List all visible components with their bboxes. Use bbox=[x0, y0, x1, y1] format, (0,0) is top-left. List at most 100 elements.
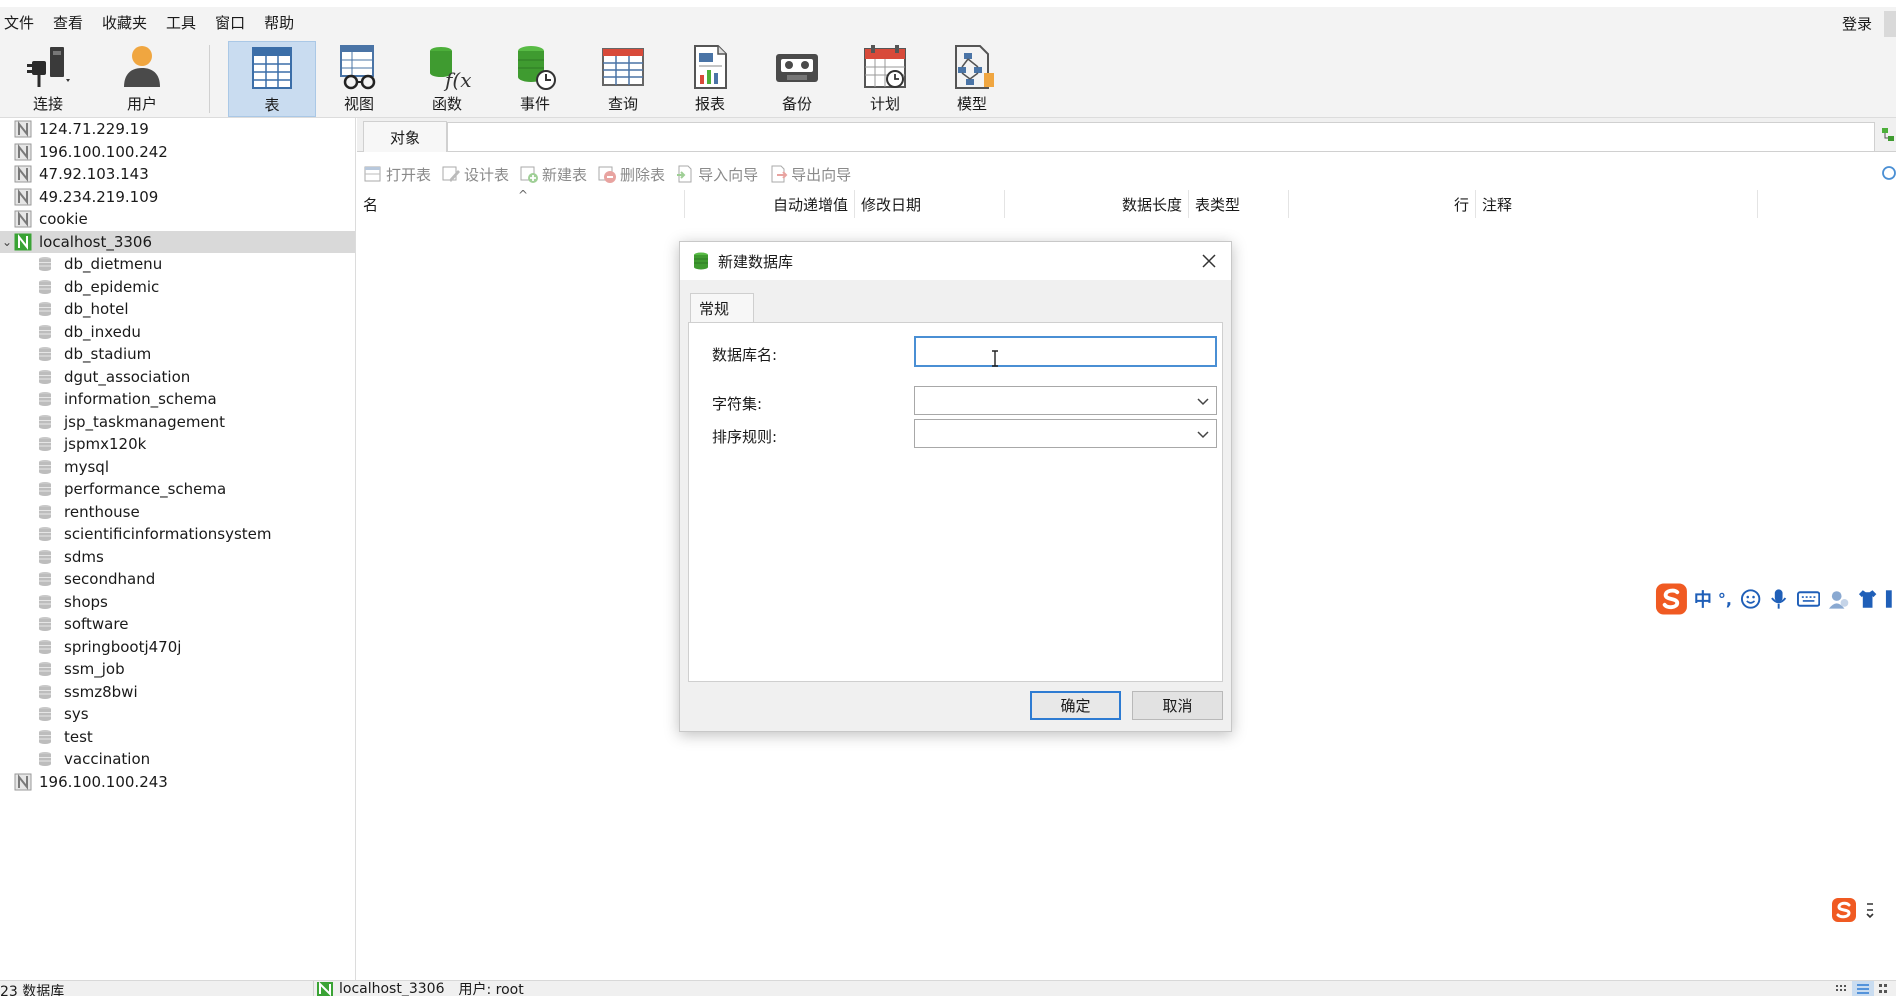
tree-connection[interactable]: 124.71.229.19 bbox=[0, 118, 355, 140]
list-view-icon[interactable] bbox=[1852, 981, 1874, 996]
menu-tools[interactable]: 工具 bbox=[163, 12, 212, 33]
tree-database[interactable]: db_hotel bbox=[0, 298, 355, 320]
design-table-button[interactable]: 设计表 bbox=[441, 164, 509, 185]
menu-file[interactable]: 文件 bbox=[0, 12, 50, 33]
tree-connection[interactable]: 49.234.219.109 bbox=[0, 186, 355, 208]
event-button[interactable]: 事件 bbox=[491, 41, 579, 117]
schedule-button[interactable]: 计划 bbox=[841, 41, 929, 117]
database-name-input[interactable] bbox=[914, 336, 1217, 367]
menu-window[interactable]: 窗口 bbox=[212, 12, 261, 33]
ok-button[interactable]: 确定 bbox=[1030, 691, 1121, 720]
tree-database[interactable]: jspmx120k bbox=[0, 433, 355, 455]
menu-view[interactable]: 查看 bbox=[50, 12, 99, 33]
menu-help[interactable]: 帮助 bbox=[261, 12, 310, 33]
keyboard-icon[interactable] bbox=[1796, 589, 1820, 609]
delete-table-button[interactable]: 删除表 bbox=[597, 164, 665, 185]
backup-button[interactable]: 备份 bbox=[753, 41, 841, 117]
ime-more-icon[interactable] bbox=[1884, 588, 1896, 610]
charset-select[interactable] bbox=[914, 386, 1217, 415]
tree-database[interactable]: test bbox=[0, 726, 355, 748]
table-button[interactable]: 表 bbox=[228, 41, 316, 117]
tree-database[interactable]: mysql bbox=[0, 456, 355, 478]
tree-database[interactable]: sdms bbox=[0, 546, 355, 568]
function-icon: f(x) bbox=[430, 47, 471, 91]
emoji-icon[interactable] bbox=[1740, 588, 1761, 610]
database-icon bbox=[39, 684, 51, 699]
tree-database[interactable]: jsp_taskmanagement bbox=[0, 411, 355, 433]
database-label: performance_schema bbox=[64, 480, 227, 498]
new-table-button[interactable]: 新建表 bbox=[519, 164, 587, 185]
login-avatar-corner[interactable] bbox=[1884, 11, 1896, 37]
tab-general[interactable]: 常规 bbox=[690, 293, 754, 323]
export-wizard-button[interactable]: 导出向导 bbox=[768, 164, 851, 185]
cancel-button[interactable]: 取消 bbox=[1132, 691, 1223, 720]
tree-database[interactable]: ssm_job bbox=[0, 658, 355, 680]
tree-connection[interactable]: 47.92.103.143 bbox=[0, 163, 355, 185]
tree-database[interactable]: db_stadium bbox=[0, 343, 355, 365]
database-icon bbox=[39, 752, 51, 766]
detail-view-icon[interactable] bbox=[1874, 981, 1896, 996]
database-label: db_hotel bbox=[64, 300, 129, 318]
tree-connection[interactable]: 196.100.100.243 bbox=[0, 771, 355, 793]
view-button[interactable]: 视图 bbox=[315, 41, 403, 117]
function-button[interactable]: f(x) 函数 bbox=[403, 41, 491, 117]
import-wizard-button[interactable]: 导入向导 bbox=[675, 164, 758, 185]
ime-mini-dropdown-icon[interactable] bbox=[1863, 900, 1877, 920]
ime-toolbar[interactable]: 中 °, bbox=[1655, 581, 1896, 617]
login-link[interactable]: 登录 bbox=[1842, 13, 1872, 34]
connect-button[interactable]: 连接 bbox=[4, 41, 92, 117]
tree-database[interactable]: software bbox=[0, 613, 355, 635]
text-cursor-icon bbox=[992, 350, 998, 367]
tree-database[interactable]: sys bbox=[0, 703, 355, 725]
query-button[interactable]: 查询 bbox=[579, 41, 667, 117]
tree-database[interactable]: information_schema bbox=[0, 388, 355, 410]
chevron-down-icon bbox=[1197, 398, 1209, 406]
view-mode-switcher bbox=[1830, 981, 1896, 996]
collation-select[interactable] bbox=[914, 419, 1217, 448]
tree-database[interactable]: db_epidemic bbox=[0, 276, 355, 298]
user-button[interactable]: 用户 bbox=[98, 41, 186, 117]
ime-chinese-mode[interactable]: 中 bbox=[1694, 586, 1712, 612]
search-icon[interactable] bbox=[1878, 164, 1896, 182]
database-icon bbox=[39, 437, 51, 451]
tree-database[interactable]: dgut_association bbox=[0, 366, 355, 388]
ime-mini-status[interactable] bbox=[1831, 895, 1891, 925]
user-avatar-icon[interactable] bbox=[1828, 588, 1849, 610]
tree-database[interactable]: db_inxedu bbox=[0, 321, 355, 343]
tree-database[interactable]: scientificinformationsystem bbox=[0, 523, 355, 545]
column-rows[interactable]: 行 bbox=[1289, 190, 1476, 218]
tree-database[interactable]: db_dietmenu bbox=[0, 253, 355, 275]
tree-connection-localhost[interactable]: ⌄ localhost_3306 bbox=[0, 230, 355, 253]
tree-database[interactable]: springbootj470j bbox=[0, 636, 355, 658]
tree-connection[interactable]: cookie bbox=[0, 208, 355, 230]
tree-database[interactable]: renthouse bbox=[0, 501, 355, 523]
column-engine[interactable]: 表类型 bbox=[1189, 190, 1289, 218]
column-name[interactable]: 名 ^ bbox=[357, 188, 685, 218]
tab-objects[interactable]: 对象 bbox=[363, 121, 447, 152]
report-button[interactable]: 报表 bbox=[666, 41, 754, 117]
tree-connection[interactable]: 196.100.100.242 bbox=[0, 141, 355, 163]
function-label: 函数 bbox=[431, 95, 462, 113]
tree-structure-icon[interactable] bbox=[1878, 124, 1896, 146]
skin-shirt-icon[interactable] bbox=[1857, 588, 1878, 610]
sogou-mini-icon[interactable] bbox=[1831, 897, 1857, 923]
tree-database[interactable]: ssmz8bwi bbox=[0, 681, 355, 703]
dialog-titlebar[interactable]: 新建数据库 bbox=[680, 242, 1231, 280]
sogou-logo-icon[interactable] bbox=[1655, 582, 1688, 616]
tree-database[interactable]: secondhand bbox=[0, 568, 355, 590]
ime-punctuation[interactable]: °, bbox=[1718, 590, 1732, 609]
tree-database[interactable]: shops bbox=[0, 591, 355, 613]
chevron-down-icon[interactable]: ⌄ bbox=[0, 235, 14, 249]
microphone-icon[interactable] bbox=[1769, 588, 1788, 610]
menu-favorites[interactable]: 收藏夹 bbox=[99, 12, 163, 33]
column-comment[interactable]: 注释 bbox=[1476, 190, 1758, 218]
model-button[interactable]: 模型 bbox=[928, 41, 1016, 117]
tree-database[interactable]: performance_schema bbox=[0, 478, 355, 500]
close-icon[interactable] bbox=[1199, 251, 1219, 271]
column-modified-date[interactable]: 修改日期 bbox=[855, 190, 1005, 218]
tree-database[interactable]: vaccination bbox=[0, 748, 355, 770]
open-table-button[interactable]: 打开表 bbox=[363, 164, 431, 185]
column-data-length[interactable]: 数据长度 bbox=[1005, 190, 1189, 218]
grid-view-icon[interactable] bbox=[1830, 981, 1852, 996]
column-auto-increment[interactable]: 自动递增值 bbox=[685, 190, 855, 218]
